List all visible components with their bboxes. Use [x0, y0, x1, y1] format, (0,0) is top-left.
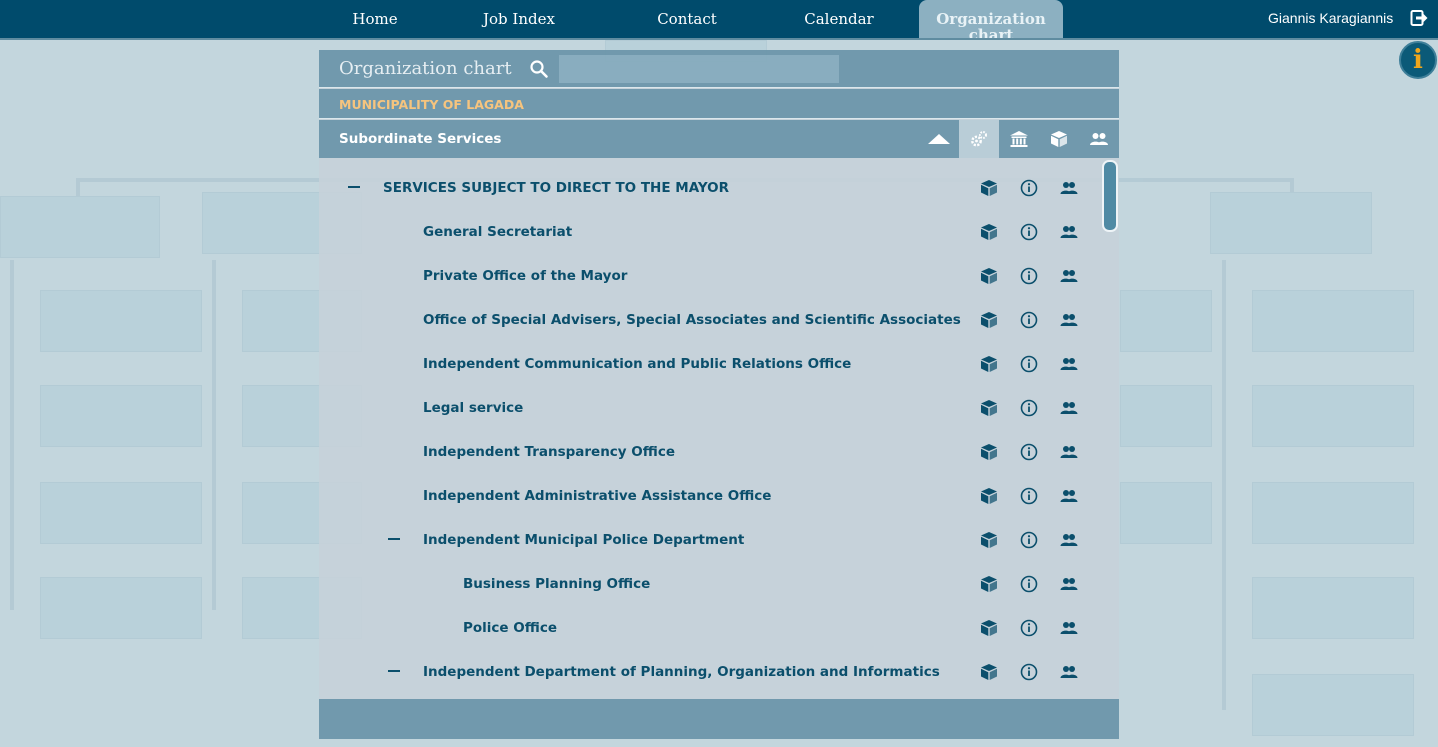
tree-scrollbar[interactable] — [1102, 160, 1118, 232]
tree-item-label[interactable]: SERVICES SUBJECT TO DIRECT TO THE MAYOR — [383, 180, 729, 196]
people-icon[interactable] — [1059, 310, 1079, 330]
nav-organization-chart[interactable]: Organization chart — [919, 0, 1063, 38]
tree-item-label[interactable]: Independent Municipal Police Department — [423, 532, 744, 548]
people-icon[interactable] — [1059, 662, 1079, 682]
people-icon[interactable] — [1059, 618, 1079, 638]
tree-item-label[interactable]: Independent Department of Planning, Orga… — [423, 664, 940, 680]
people-icon[interactable] — [1059, 398, 1079, 418]
nav-contact[interactable]: Contact — [647, 0, 727, 38]
tree-row[interactable]: General Secretariat — [319, 210, 1099, 254]
info-circle-icon[interactable] — [1019, 618, 1039, 638]
cube-view-button[interactable] — [1039, 120, 1079, 158]
tree-item-label[interactable]: Independent Administrative Assistance Of… — [423, 488, 771, 504]
org-name[interactable]: MUNICIPALITY OF LAGADA — [339, 97, 524, 112]
cube-icon[interactable] — [979, 178, 999, 198]
people-icon[interactable] — [1059, 178, 1079, 198]
cube-icon[interactable] — [979, 618, 999, 638]
nav-home[interactable]: Home — [340, 0, 410, 38]
institution-view-button[interactable] — [999, 120, 1039, 158]
info-circle-icon[interactable] — [1019, 310, 1039, 330]
info-circle-icon[interactable] — [1019, 398, 1039, 418]
top-nav-bar: Home Job Index Contact Calendar Organiza… — [0, 0, 1438, 40]
people-icon[interactable] — [1059, 354, 1079, 374]
info-circle-icon[interactable] — [1019, 662, 1039, 682]
people-icon[interactable] — [1059, 574, 1079, 594]
info-circle-icon[interactable] — [1019, 574, 1039, 594]
tree-item-label[interactable]: Office of Special Advisers, Special Asso… — [423, 312, 961, 328]
logout-icon[interactable] — [1410, 9, 1428, 27]
tree-item-label[interactable]: Private Office of the Mayor — [423, 268, 627, 284]
user-name[interactable]: Giannis Karagiannis — [1268, 10, 1393, 26]
tree-row[interactable]: Independent Administrative Assistance Of… — [319, 474, 1099, 518]
tree-row[interactable]: Independent Department of Planning, Orga… — [319, 650, 1099, 694]
tree-row[interactable]: Legal service — [319, 386, 1099, 430]
people-icon[interactable] — [1059, 442, 1079, 462]
info-button[interactable]: i — [1399, 41, 1437, 79]
collapse-triangle-icon[interactable] — [928, 133, 950, 145]
collapse-toggle[interactable] — [387, 664, 401, 678]
tree-row[interactable]: Office of Special Advisers, Special Asso… — [319, 298, 1099, 342]
tree-item-label[interactable]: Legal service — [423, 400, 523, 416]
services-view-button[interactable] — [959, 120, 999, 158]
tree-item-label[interactable]: General Secretariat — [423, 224, 572, 240]
info-circle-icon[interactable] — [1019, 178, 1039, 198]
tree-row[interactable]: Independent Transparency Office — [319, 430, 1099, 474]
collapse-toggle[interactable] — [347, 180, 361, 194]
people-icon[interactable] — [1059, 486, 1079, 506]
cube-icon[interactable] — [979, 486, 999, 506]
collapse-toggle[interactable] — [387, 532, 401, 546]
services-icon — [971, 131, 987, 147]
info-circle-icon[interactable] — [1019, 222, 1039, 242]
cube-icon[interactable] — [979, 530, 999, 550]
people-icon[interactable] — [1059, 530, 1079, 550]
tree-row[interactable]: SERVICES SUBJECT TO DIRECT TO THE MAYOR — [319, 166, 1099, 210]
tree-item-label[interactable]: Independent Communication and Public Rel… — [423, 356, 851, 372]
cube-icon[interactable] — [979, 222, 999, 242]
cube-icon[interactable] — [979, 662, 999, 682]
cube-icon[interactable] — [979, 398, 999, 418]
panel-footer — [319, 699, 1119, 739]
people-icon[interactable] — [1059, 222, 1079, 242]
tree-row[interactable]: Independent Municipal Police Department — [319, 518, 1099, 562]
cube-icon — [1051, 131, 1067, 147]
info-circle-icon[interactable] — [1019, 354, 1039, 374]
people-icon[interactable] — [1059, 266, 1079, 286]
tree-item-label[interactable]: Police Office — [463, 620, 557, 636]
nav-calendar[interactable]: Calendar — [797, 0, 881, 38]
search-input[interactable] — [559, 55, 839, 83]
tree-item-label[interactable]: Business Planning Office — [463, 576, 650, 592]
info-circle-icon[interactable] — [1019, 442, 1039, 462]
tree-row[interactable]: Police Office — [319, 606, 1099, 650]
nav-job-index[interactable]: Job Index — [472, 0, 566, 38]
org-tree: SERVICES SUBJECT TO DIRECT TO THE MAYOR G… — [319, 158, 1119, 698]
info-circle-icon[interactable] — [1019, 530, 1039, 550]
tree-row[interactable]: Independent Communication and Public Rel… — [319, 342, 1099, 386]
tree-item-label[interactable]: Independent Transparency Office — [423, 444, 675, 460]
org-chart-panel: Organization chart MUNICIPALITY OF LAGAD… — [319, 50, 1119, 739]
institution-icon — [1010, 131, 1028, 147]
info-circle-icon[interactable] — [1019, 486, 1039, 506]
cube-icon[interactable] — [979, 442, 999, 462]
tree-row[interactable]: Private Office of the Mayor — [319, 254, 1099, 298]
people-view-button[interactable] — [1079, 120, 1119, 158]
cube-icon[interactable] — [979, 266, 999, 286]
cube-icon[interactable] — [979, 310, 999, 330]
panel-title: Organization chart — [339, 58, 512, 79]
tree-row[interactable]: Business Planning Office — [319, 562, 1099, 606]
org-name-bar: MUNICIPALITY OF LAGADA — [319, 89, 1119, 119]
cube-icon[interactable] — [979, 574, 999, 594]
cube-icon[interactable] — [979, 354, 999, 374]
section-bar: Subordinate Services — [319, 120, 1119, 158]
people-icon — [1090, 133, 1108, 145]
search-icon[interactable] — [529, 59, 549, 79]
info-circle-icon[interactable] — [1019, 266, 1039, 286]
section-title: Subordinate Services — [339, 131, 502, 147]
panel-header: Organization chart — [319, 50, 1119, 88]
